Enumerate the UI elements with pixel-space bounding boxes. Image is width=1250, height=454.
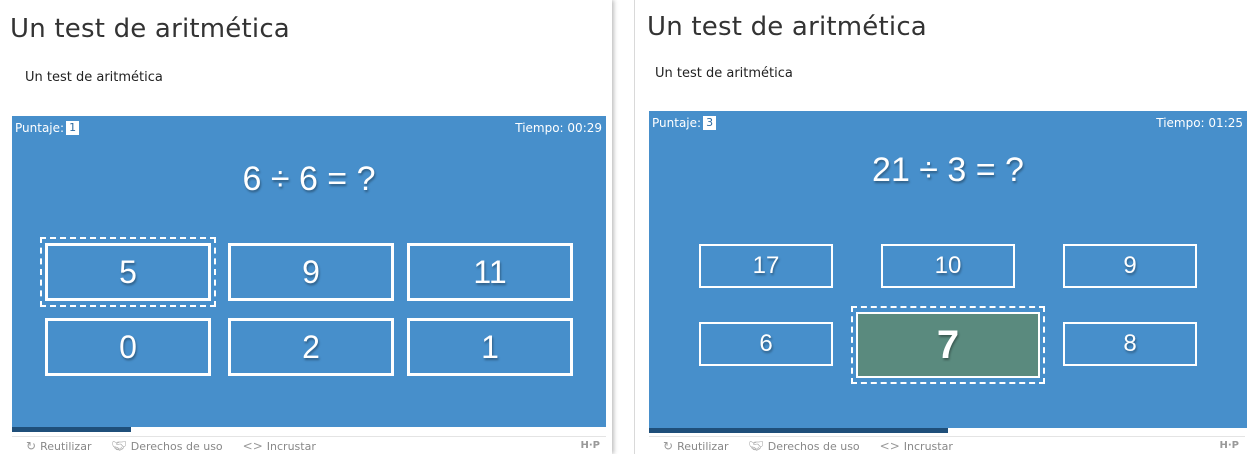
- answer-button[interactable]: 5: [45, 243, 211, 301]
- code-icon: <>: [242, 439, 263, 453]
- score-value: 3: [703, 116, 717, 130]
- answer-button[interactable]: 11: [407, 243, 573, 301]
- answer-button-selected[interactable]: 7: [856, 312, 1040, 378]
- reuse-button[interactable]: ↻ Reutilizar: [663, 439, 728, 453]
- score-label: Puntaje:: [15, 121, 65, 135]
- reuse-label: Reutilizar: [677, 439, 729, 453]
- h5p-logo[interactable]: H·P: [1220, 440, 1240, 451]
- page-title: Un test de aritmética: [647, 12, 927, 42]
- score: Puntaje: 3: [652, 116, 717, 130]
- progress-fill: [649, 428, 948, 433]
- answer-button[interactable]: 10: [881, 244, 1015, 288]
- timer: Tiempo: 01:25: [1156, 116, 1243, 130]
- score-label: Puntaje:: [652, 116, 702, 130]
- h5p-logo[interactable]: H·P: [581, 440, 601, 451]
- answer-button[interactable]: 6: [699, 322, 833, 366]
- handshake-icon: 🤝︎: [748, 439, 764, 453]
- embed-button[interactable]: <> Incrustar: [880, 439, 953, 453]
- embed-label: Incrustar: [903, 439, 953, 453]
- progress-fill: [12, 427, 131, 432]
- answer-button[interactable]: 9: [1063, 244, 1197, 288]
- rights-button[interactable]: 🤝︎ Derechos de uso: [748, 439, 859, 453]
- game-area: Puntaje: 3 Tiempo: 01:25 21 ÷ 3 = ? 17 1…: [649, 111, 1247, 433]
- page-subtitle: Un test de aritmética: [655, 66, 793, 81]
- rights-label: Derechos de uso: [767, 439, 860, 453]
- page-title: Un test de aritmética: [10, 14, 290, 44]
- refresh-icon: ↻: [663, 439, 674, 453]
- score-value: 1: [66, 121, 80, 135]
- rights-label: Derechos de uso: [130, 439, 223, 453]
- progress-bar: [649, 428, 1247, 433]
- answer-button[interactable]: 9: [228, 243, 394, 301]
- game-area: Puntaje: 1 Tiempo: 00:29 6 ÷ 6 = ? 5 9 1…: [12, 116, 606, 432]
- answer-button[interactable]: 0: [45, 318, 211, 376]
- footer: ↻ Reutilizar 🤝︎ Derechos de uso <> Incru…: [649, 436, 1245, 454]
- refresh-icon: ↻: [26, 439, 37, 453]
- question: 21 ÷ 3 = ?: [872, 151, 1024, 189]
- question: 6 ÷ 6 = ?: [242, 160, 376, 198]
- reuse-button[interactable]: ↻ Reutilizar: [26, 439, 91, 453]
- rights-button[interactable]: 🤝︎ Derechos de uso: [111, 439, 222, 453]
- answer-button[interactable]: 1: [407, 318, 573, 376]
- reuse-label: Reutilizar: [40, 439, 92, 453]
- quiz-panel-right: Un test de aritmética Un test de aritmét…: [634, 0, 1250, 454]
- embed-button[interactable]: <> Incrustar: [243, 439, 316, 453]
- answer-button[interactable]: 2: [228, 318, 394, 376]
- score: Puntaje: 1: [15, 121, 80, 135]
- page-subtitle: Un test de aritmética: [25, 70, 163, 85]
- embed-label: Incrustar: [266, 439, 316, 453]
- footer: ↻ Reutilizar 🤝︎ Derechos de uso <> Incru…: [12, 436, 606, 454]
- answer-button[interactable]: 8: [1063, 322, 1197, 366]
- quiz-panel-left: Un test de aritmética Un test de aritmét…: [0, 0, 612, 454]
- handshake-icon: 🤝︎: [111, 439, 127, 453]
- progress-bar: [12, 427, 606, 432]
- timer: Tiempo: 00:29: [515, 121, 602, 135]
- code-icon: <>: [879, 439, 900, 453]
- answer-button[interactable]: 17: [699, 244, 833, 288]
